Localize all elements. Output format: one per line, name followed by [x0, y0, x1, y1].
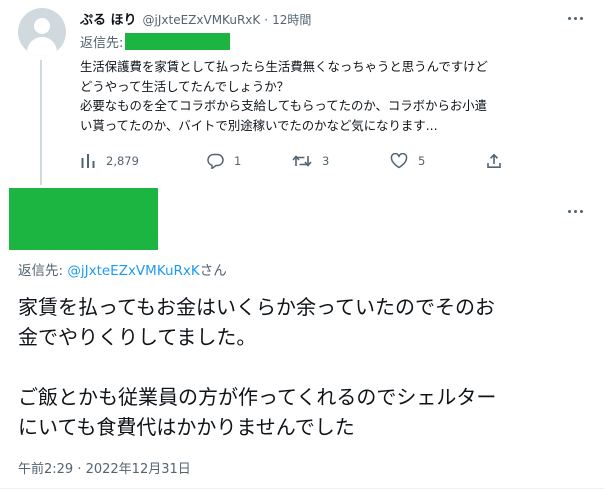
main-tweet-text: 家賃を払ってもお金はいくらか余っていたのでそのお 金でやりくりしてました。 ご飯… — [18, 292, 598, 442]
parent-tweet-text: 生活保護費を家賃として払ったら生活費無くなっちゃうと思うんですけど どうやって生… — [80, 57, 585, 135]
avatar-head-shape — [34, 18, 50, 34]
like-count: 5 — [418, 154, 426, 168]
tweet-text-line: 金でやりくりしてました。 — [18, 325, 257, 349]
reply-count: 1 — [234, 154, 242, 168]
replying-to: 返信先: — [80, 32, 231, 51]
default-avatar[interactable] — [18, 8, 66, 56]
avatar-body-shape — [27, 37, 57, 56]
retweet-icon — [292, 155, 312, 167]
relative-time[interactable]: 12時間 — [272, 11, 311, 28]
reply-suffix: さん — [199, 263, 227, 279]
replying-to: 返信先: @jJxteEZxVMKuRxKさん — [18, 259, 227, 279]
tweet-text-line: どうやって生活してたんでしょうか？ — [80, 78, 290, 94]
reply-button[interactable]: 1 — [207, 150, 241, 172]
redacted-mention — [125, 33, 231, 50]
views-button[interactable]: 2,879 — [80, 150, 139, 172]
tweet-text-line: にいても食費代はかかりませんでした — [18, 415, 355, 439]
main-tweet[interactable]: 返信先: @jJxteEZxVMKuRxKさん 家賃を払ってもお金はいくらか余っ… — [0, 188, 604, 495]
retweet-count: 3 — [322, 154, 330, 168]
tweet-text-line: 家賃を払ってもお金はいくらか余っていたのでそのお — [18, 295, 495, 319]
tweet-timestamp[interactable]: 午前2:29 · 2022年12月31日 — [18, 458, 191, 477]
divider — [0, 488, 604, 489]
tweet-action-bar: 2,879 1 3 5 — [80, 150, 510, 172]
replying-to-label: 返信先: — [18, 263, 68, 279]
reply-bubble-icon — [207, 153, 224, 169]
retweet-button[interactable]: 3 — [292, 150, 329, 172]
separator-dot: · — [264, 13, 269, 27]
display-name[interactable]: ぷる ほり — [80, 9, 137, 28]
tweet-text-line: ご飯とかも従業員の方が作ってくれるのでシェルター — [18, 385, 497, 409]
redacted-author-block — [9, 188, 158, 250]
share-upload-icon — [487, 153, 501, 168]
parent-tweet-header: ぷる ほり @jJxteEZxVMKuRxK · 12時間 — [80, 9, 311, 28]
more-options-icon[interactable] — [566, 9, 584, 27]
like-button[interactable]: 5 — [390, 150, 425, 172]
parent-tweet[interactable]: ぷる ほり @jJxteEZxVMKuRxK · 12時間 返信先: 生活保護費… — [0, 0, 604, 188]
tweet-text-line: 生活保護費を家賃として払ったら生活費無くなっちゃうと思うんですけど — [80, 59, 488, 74]
reply-mention-link[interactable]: @jJxteEZxVMKuRxK — [67, 263, 199, 279]
more-options-icon[interactable] — [566, 202, 584, 220]
heart-icon — [390, 153, 408, 169]
views-count: 2,879 — [106, 154, 139, 168]
replying-to-label: 返信先: — [80, 36, 124, 51]
thread-connector-line — [40, 60, 42, 185]
user-handle[interactable]: @jJxteEZxVMKuRxK — [143, 13, 261, 27]
tweet-text-line: 必要なものを全てコラボから支給してもらってたのか、コラボからお小遣 — [80, 98, 488, 113]
views-bar-chart-icon — [81, 154, 95, 168]
tweet-text-line: い貰ってたのか、バイトで別途稼いでたのかなど気になります... — [80, 117, 438, 133]
share-button[interactable] — [486, 150, 502, 172]
